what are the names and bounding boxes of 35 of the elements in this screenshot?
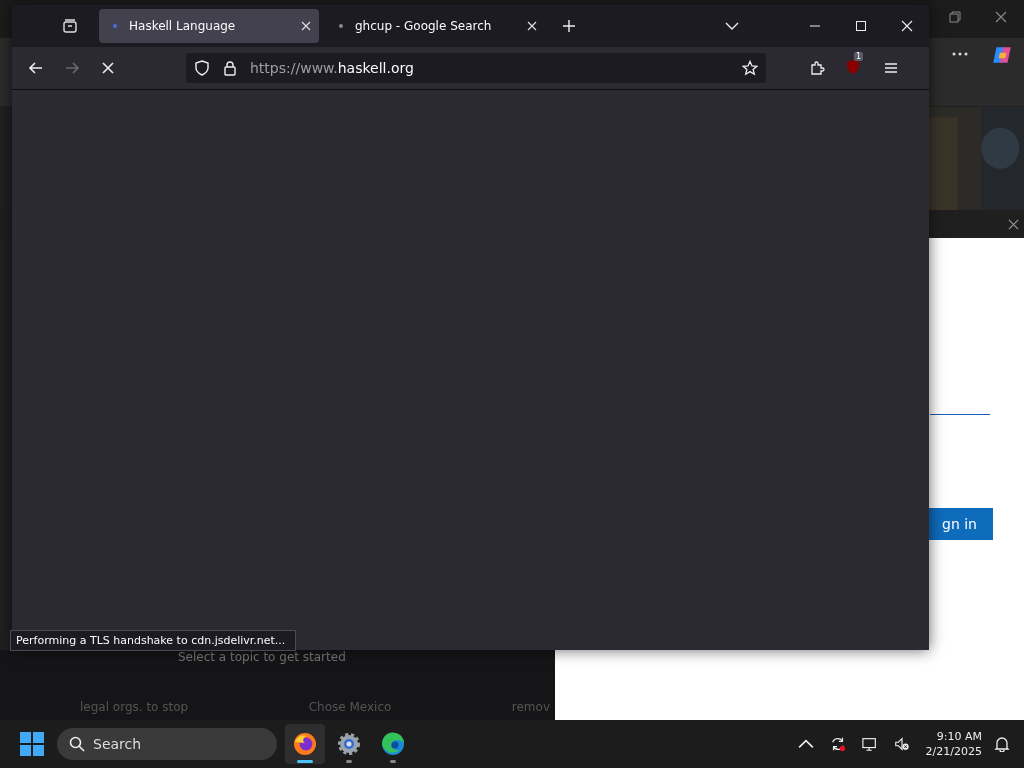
windows-logo-icon[interactable] (20, 732, 44, 756)
tab-tray-icon[interactable] (62, 18, 78, 34)
muted-speaker-icon[interactable] (893, 736, 910, 752)
star-icon[interactable] (742, 60, 758, 76)
fox-globe-icon (293, 732, 317, 756)
chevron-down-icon[interactable] (725, 22, 739, 30)
puzzle-icon[interactable] (809, 60, 825, 76)
sign-in-button[interactable]: gn in (929, 508, 993, 540)
restore-icon[interactable] (949, 11, 961, 23)
wave-globe-icon (381, 732, 405, 756)
address-bar[interactable]: https://www.haskell.org (186, 53, 766, 83)
copilot-icon[interactable] (991, 44, 1013, 66)
maximize-icon[interactable] (855, 20, 867, 32)
monitor-icon[interactable] (861, 736, 878, 752)
url-text: https://www.haskell.org (250, 60, 415, 76)
sync-icon[interactable] (829, 736, 846, 752)
notification-badge: 1 (854, 52, 864, 61)
gear-icon (337, 732, 361, 756)
browser-tab[interactable]: Haskell Language (99, 9, 319, 43)
browser-tab[interactable]: ghcup - Google Search (325, 9, 545, 43)
bell-icon[interactable] (994, 736, 1010, 752)
clock-time[interactable]: 9:10 AM (936, 729, 982, 744)
back-arrow-icon[interactable] (28, 60, 44, 76)
shield-icon[interactable] (194, 60, 210, 76)
search-icon (69, 736, 85, 752)
search-field[interactable]: Search (57, 728, 277, 760)
more-icon[interactable] (952, 52, 968, 56)
new-tab-icon[interactable] (563, 20, 575, 32)
stop-icon[interactable] (100, 60, 116, 76)
menu-icon[interactable] (883, 60, 899, 76)
status-tooltip: Performing a TLS handshake to cdn.jsdelivr.net... (10, 630, 297, 651)
topic-prompt: Select a topic to get started (178, 650, 346, 664)
lock-icon[interactable] (222, 60, 238, 76)
taskbar-app[interactable] (285, 724, 325, 764)
clock-date[interactable]: 2/21/2025 (925, 744, 982, 759)
